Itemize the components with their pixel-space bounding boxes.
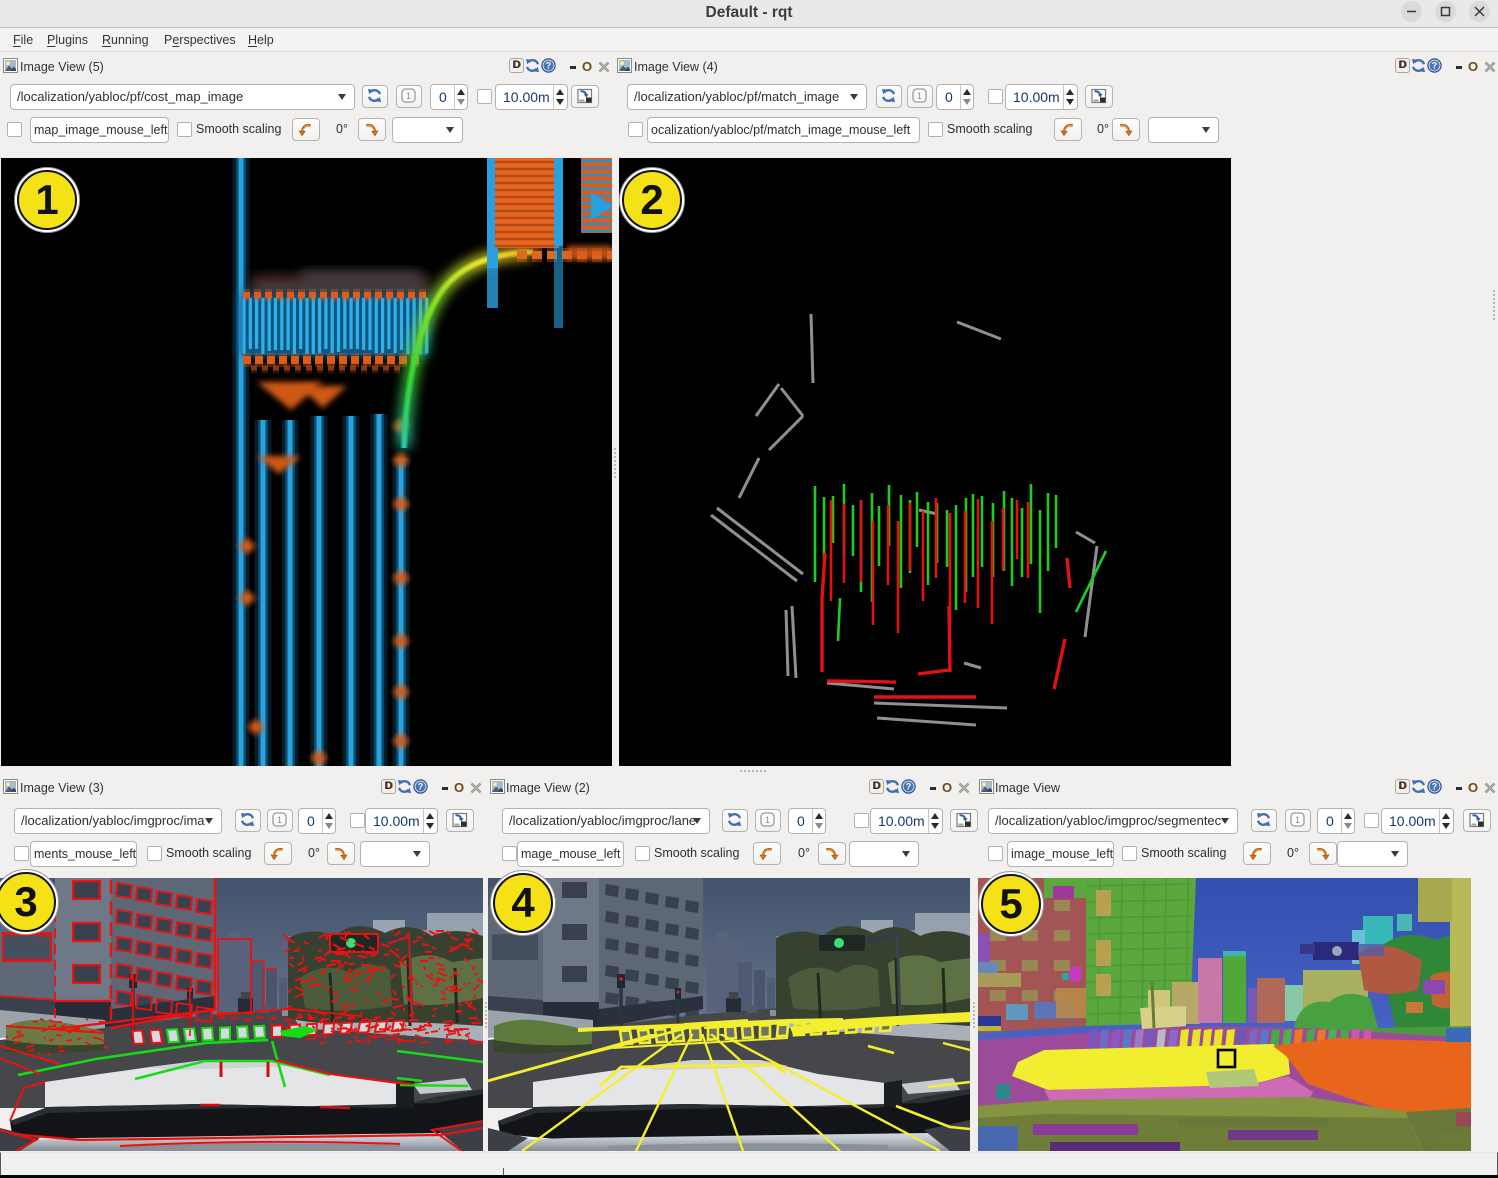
svg-text:1: 1 bbox=[917, 91, 922, 101]
svg-text:1: 1 bbox=[1295, 815, 1300, 825]
svg-text:1: 1 bbox=[277, 815, 282, 825]
svg-text:?: ? bbox=[1432, 782, 1437, 792]
svg-text:?: ? bbox=[546, 61, 551, 71]
svg-text:1: 1 bbox=[406, 91, 411, 101]
svg-text:1: 1 bbox=[765, 815, 770, 825]
svg-text:?: ? bbox=[906, 782, 911, 792]
svg-text:?: ? bbox=[1432, 61, 1437, 71]
svg-text:?: ? bbox=[418, 782, 423, 792]
